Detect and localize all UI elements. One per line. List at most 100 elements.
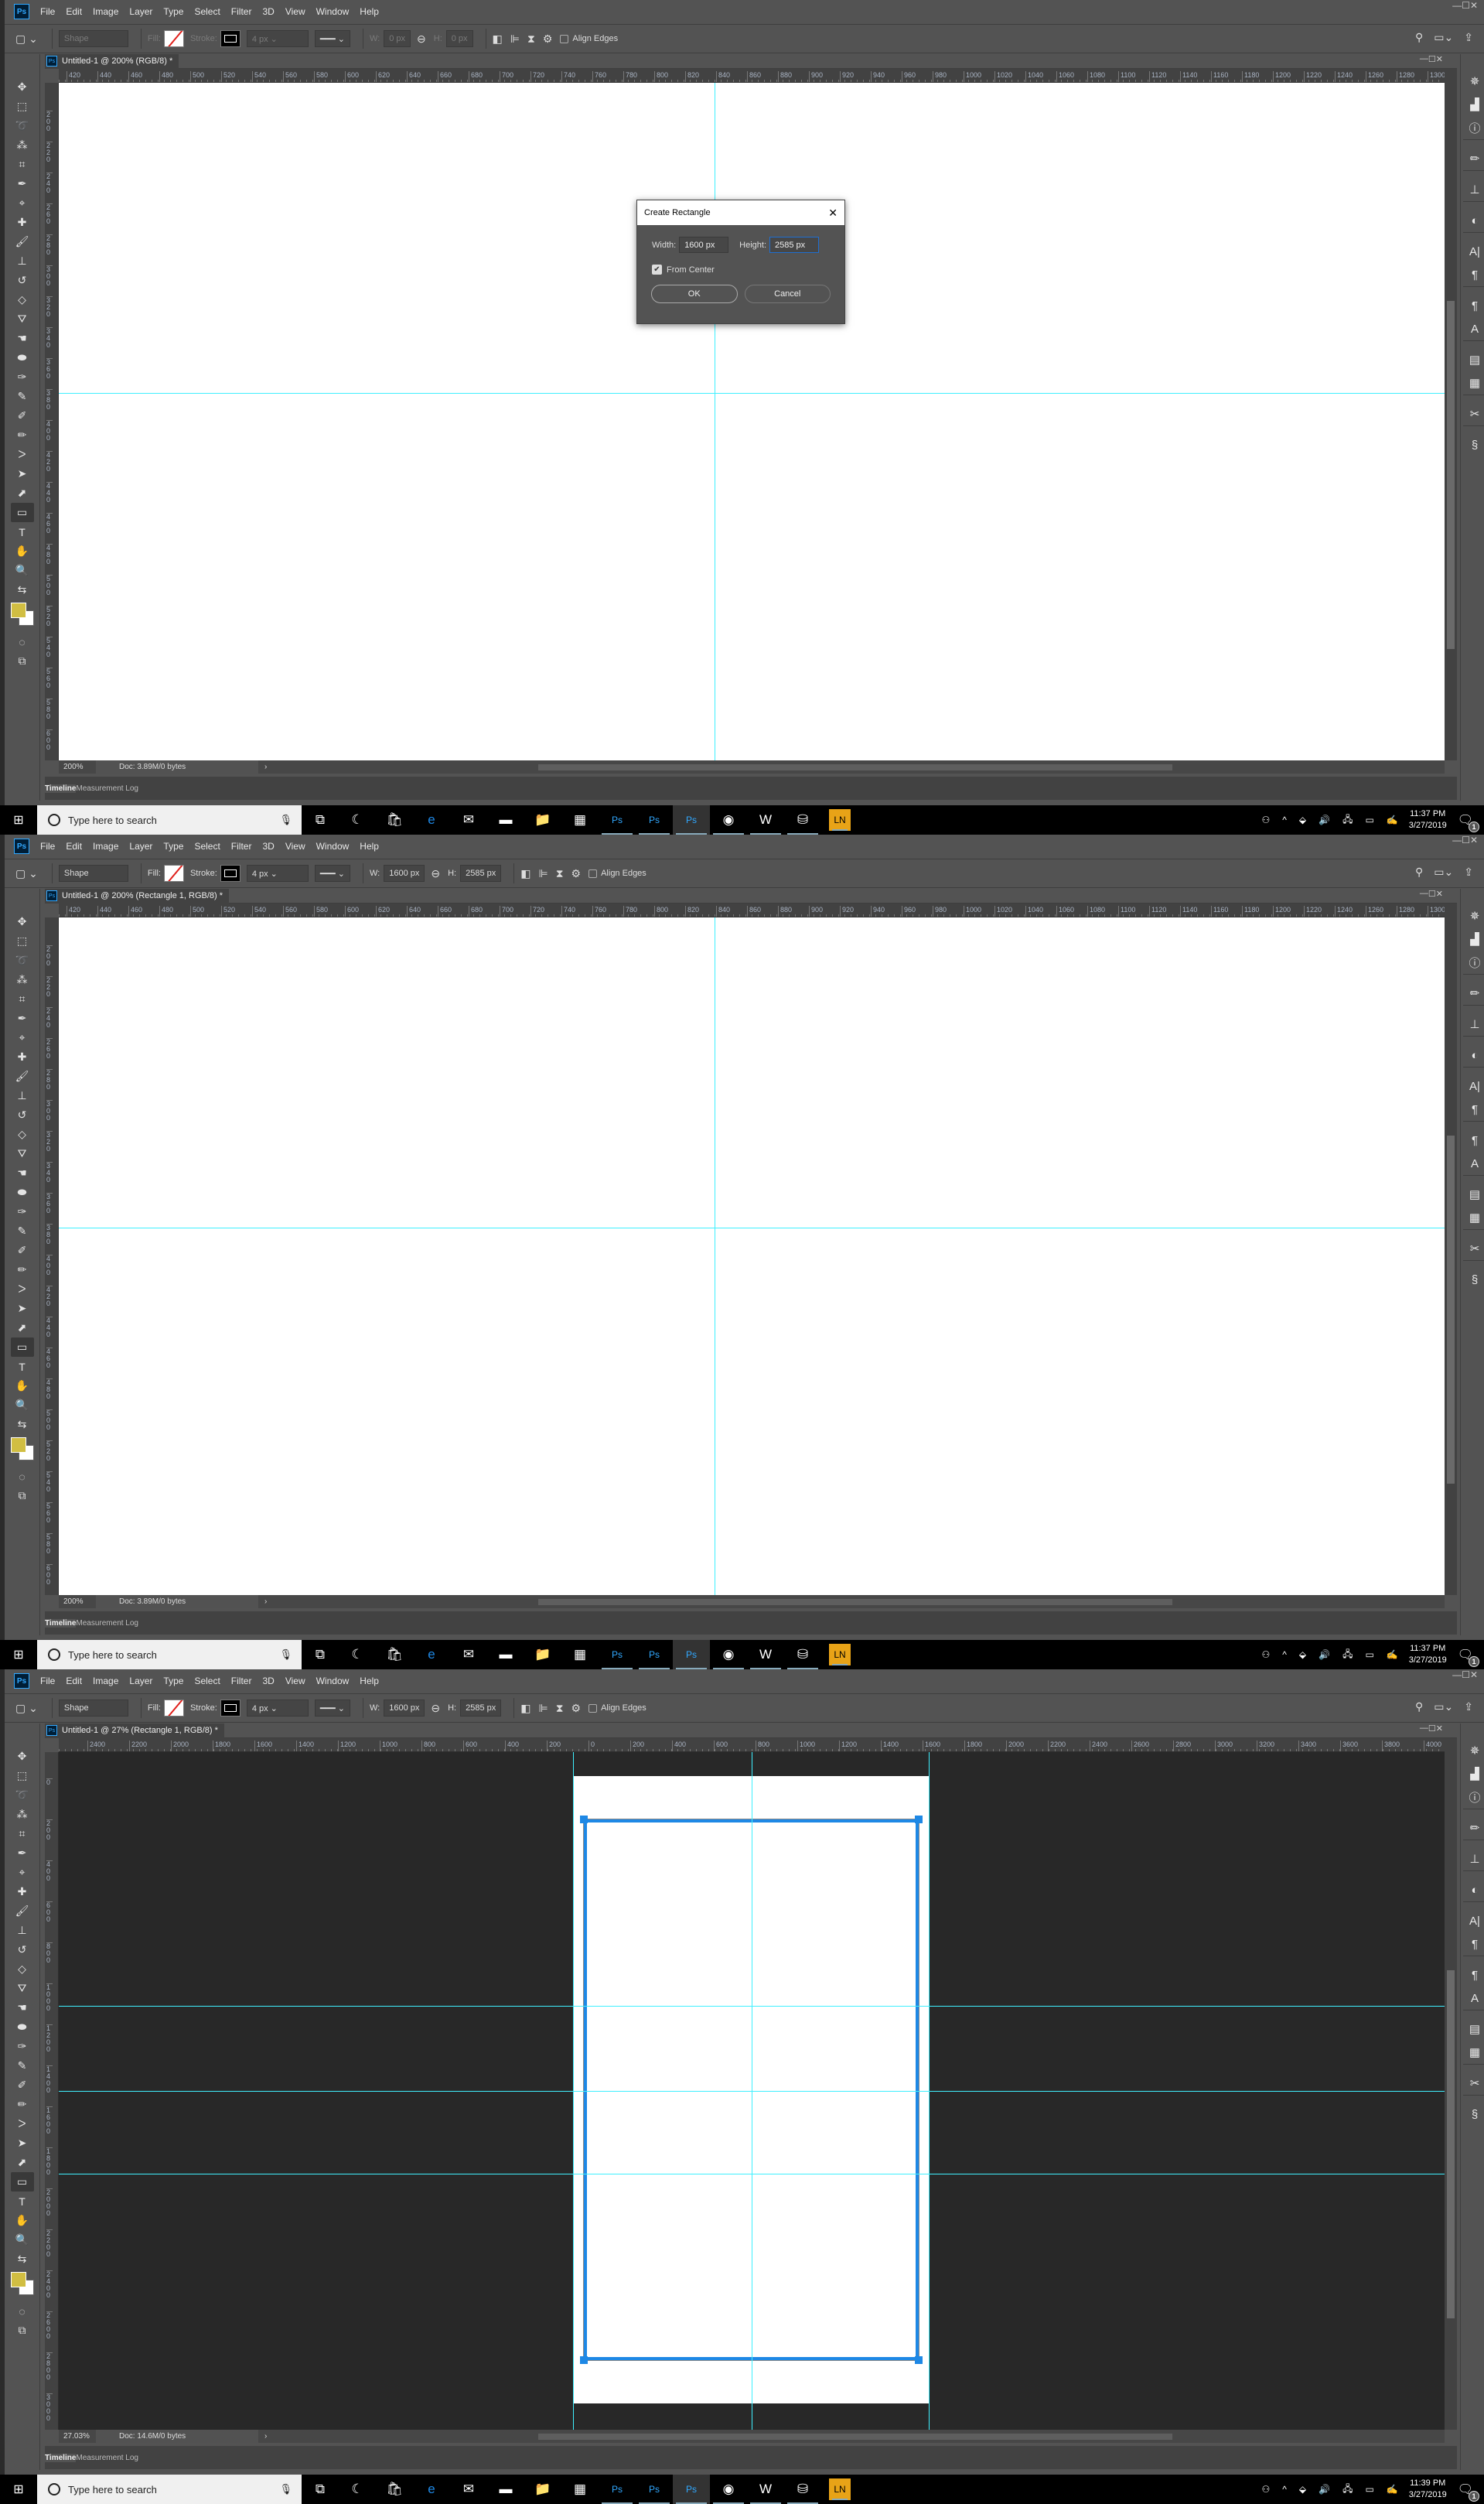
menu-window[interactable]: Window bbox=[316, 1676, 350, 1686]
paragraph-styles-icon[interactable]: ¶ bbox=[1472, 1129, 1478, 1152]
fill-swatch[interactable] bbox=[163, 865, 184, 882]
magic-wand-icon[interactable]: ⁂ bbox=[11, 1805, 34, 1824]
menu-file[interactable]: File bbox=[40, 1676, 55, 1686]
vertical-scrollbar[interactable] bbox=[1445, 904, 1457, 1595]
minimize-icon[interactable]: — bbox=[1452, 1669, 1462, 1680]
mail-icon[interactable]: ✉ bbox=[450, 1640, 487, 1669]
edge-icon[interactable]: e bbox=[413, 2475, 450, 2504]
photoshop-2-icon[interactable]: Ps bbox=[636, 805, 673, 835]
from-center-checkbox[interactable]: ✔ bbox=[652, 265, 662, 275]
brush-icon[interactable]: 🖌 bbox=[11, 1067, 34, 1086]
color-sampler-icon[interactable]: ⌖ bbox=[11, 1863, 34, 1882]
lightroom-icon[interactable]: LN bbox=[829, 809, 851, 831]
show-hidden-icon[interactable]: ^ bbox=[1282, 2484, 1287, 2495]
brush-icon[interactable]: 🖌 bbox=[11, 1901, 34, 1921]
horizontal-scrollbar[interactable] bbox=[538, 764, 1172, 770]
volume-icon[interactable]: 🔊 bbox=[1319, 1649, 1330, 1660]
crop-icon[interactable]: ⌗ bbox=[11, 1824, 34, 1843]
width-field[interactable]: W: 0 px bbox=[370, 30, 411, 47]
menu-filter[interactable]: Filter bbox=[231, 841, 252, 852]
quick-mask-icon[interactable]: ◌ bbox=[11, 2301, 34, 2321]
menu-image[interactable]: Image bbox=[93, 841, 118, 852]
lasso-icon[interactable]: ➰ bbox=[11, 116, 34, 135]
foreground-color-swatch[interactable] bbox=[10, 2272, 26, 2287]
add-anchor-icon[interactable]: ✐ bbox=[11, 2075, 34, 2095]
navigator-icon[interactable]: ✵ bbox=[1470, 70, 1480, 93]
convert-point-icon[interactable]: ᐳ bbox=[11, 445, 34, 464]
task-view-icon[interactable]: ⧉ bbox=[302, 2475, 339, 2504]
scrollbar-thumb[interactable] bbox=[1447, 1970, 1455, 2318]
search-icon[interactable]: ⚲ bbox=[1415, 866, 1423, 879]
healing-brush-icon[interactable]: ✚ bbox=[11, 1882, 34, 1901]
taskbar-search-box[interactable]: Type here to search 🎙 bbox=[37, 2475, 302, 2504]
add-anchor-icon[interactable]: ✐ bbox=[11, 406, 34, 425]
menu-edit[interactable]: Edit bbox=[66, 1676, 82, 1686]
calculator-icon[interactable]: ▦ bbox=[561, 805, 599, 835]
windows-start-icon[interactable]: ⊞ bbox=[0, 1647, 37, 1662]
link-dimensions-icon[interactable]: ⊖ bbox=[431, 1702, 440, 1715]
gear-icon[interactable]: ⚙ bbox=[571, 867, 582, 880]
direct-selection-icon[interactable]: ⬈ bbox=[11, 2153, 34, 2172]
notes-icon[interactable]: ▦ bbox=[1469, 2041, 1480, 2064]
info-icon[interactable]: ⓘ bbox=[1469, 1785, 1480, 1809]
checkbox-icon[interactable] bbox=[588, 1703, 598, 1713]
menu-select[interactable]: Select bbox=[194, 6, 220, 17]
path-selection-icon[interactable]: ➤ bbox=[11, 1299, 34, 1318]
document-tab[interactable]: Ps Untitled-1 @ 200% (Rectangle 1, RGB/8)… bbox=[45, 888, 230, 904]
path-selection-icon[interactable]: ➤ bbox=[11, 2133, 34, 2153]
zoom-level[interactable]: 200% bbox=[59, 763, 96, 771]
checkbox-icon[interactable] bbox=[588, 869, 598, 878]
foreground-color-swatch[interactable] bbox=[10, 603, 26, 618]
delete-anchor-icon[interactable]: ✏ bbox=[11, 1260, 34, 1279]
document-tab[interactable]: Ps Untitled-1 @ 200% (RGB/8) * bbox=[45, 53, 179, 69]
checkbox-icon[interactable] bbox=[560, 34, 569, 43]
freeform-pen-icon[interactable]: ✎ bbox=[11, 1221, 34, 1241]
show-hidden-icon[interactable]: ^ bbox=[1282, 815, 1287, 825]
swap-colors-icon[interactable]: ⇆ bbox=[11, 580, 34, 600]
store-icon[interactable]: 🛍 bbox=[376, 805, 413, 835]
action-center-icon[interactable]: 🗨 1 bbox=[1458, 2482, 1479, 2502]
paragraph-icon[interactable]: ¶ bbox=[1472, 263, 1478, 286]
libraries-icon[interactable]: ▤ bbox=[1469, 348, 1480, 371]
hand-icon[interactable]: ✋ bbox=[11, 1376, 34, 1395]
height-input[interactable]: 2585 px bbox=[769, 237, 819, 253]
menu-help[interactable]: Help bbox=[360, 841, 379, 852]
terminal-icon[interactable]: ▬ bbox=[487, 1640, 524, 1669]
magic-wand-icon[interactable]: ⁂ bbox=[11, 970, 34, 989]
sponge-icon[interactable]: ⬬ bbox=[11, 2017, 34, 2037]
clone-stamp-icon[interactable]: ⊥ bbox=[11, 1921, 34, 1940]
search-icon[interactable]: ⚲ bbox=[1415, 31, 1423, 44]
maximize-icon[interactable]: ☐ bbox=[1462, 835, 1470, 845]
path-operations-icon[interactable]: ◧ bbox=[520, 867, 530, 880]
anchor-point-handle[interactable] bbox=[580, 2356, 588, 2364]
maximize-icon[interactable]: ☐ bbox=[1462, 1669, 1470, 1680]
gear-icon[interactable]: ⚙ bbox=[571, 1702, 582, 1715]
battery-icon[interactable]: ▭ bbox=[1365, 2484, 1373, 2495]
clock[interactable]: 11:39 PM 3/27/2019 bbox=[1409, 2478, 1447, 2501]
convert-point-icon[interactable]: ᐳ bbox=[11, 1279, 34, 1299]
type-tool-icon[interactable]: T bbox=[11, 522, 34, 541]
direct-selection-icon[interactable]: ⬈ bbox=[11, 483, 34, 503]
character-icon[interactable]: A| bbox=[1469, 1074, 1480, 1098]
tab-measurement-log[interactable]: Measurement Log bbox=[76, 784, 138, 793]
histogram-icon[interactable]: ▟ bbox=[1470, 1762, 1479, 1785]
eraser-icon[interactable]: ◇ bbox=[11, 290, 34, 309]
vertical-ruler[interactable]: 0 200 400 600 800 1000 1200 1400 1600 1800 2000 220… bbox=[45, 1752, 59, 2430]
menu-filter[interactable]: Filter bbox=[231, 1676, 252, 1686]
histogram-icon[interactable]: ▟ bbox=[1470, 93, 1479, 116]
foreground-color-swatch[interactable] bbox=[10, 1437, 26, 1453]
close-icon[interactable]: ✕ bbox=[1436, 54, 1443, 64]
network-icon[interactable]: 🖧 bbox=[1342, 1647, 1353, 1663]
menu-type[interactable]: Type bbox=[163, 841, 183, 852]
maximize-icon[interactable]: ☐ bbox=[1428, 54, 1436, 64]
shape-mode-select[interactable]: Shape bbox=[58, 865, 128, 882]
people-icon[interactable]: ⚇ bbox=[1261, 1649, 1270, 1660]
zoom-icon[interactable]: 🔍 bbox=[11, 561, 34, 580]
file-explorer-icon[interactable]: 📁 bbox=[524, 1640, 561, 1669]
close-icon[interactable]: ✕ bbox=[1470, 1669, 1478, 1680]
network-icon[interactable]: 🖧 bbox=[1342, 2482, 1353, 2498]
history-brush-icon[interactable]: ↺ bbox=[11, 1940, 34, 1959]
paragraph-icon[interactable]: ¶ bbox=[1472, 1932, 1478, 1956]
type-tool-icon[interactable]: T bbox=[11, 2191, 34, 2211]
store-icon[interactable]: 🛍 bbox=[376, 2475, 413, 2504]
